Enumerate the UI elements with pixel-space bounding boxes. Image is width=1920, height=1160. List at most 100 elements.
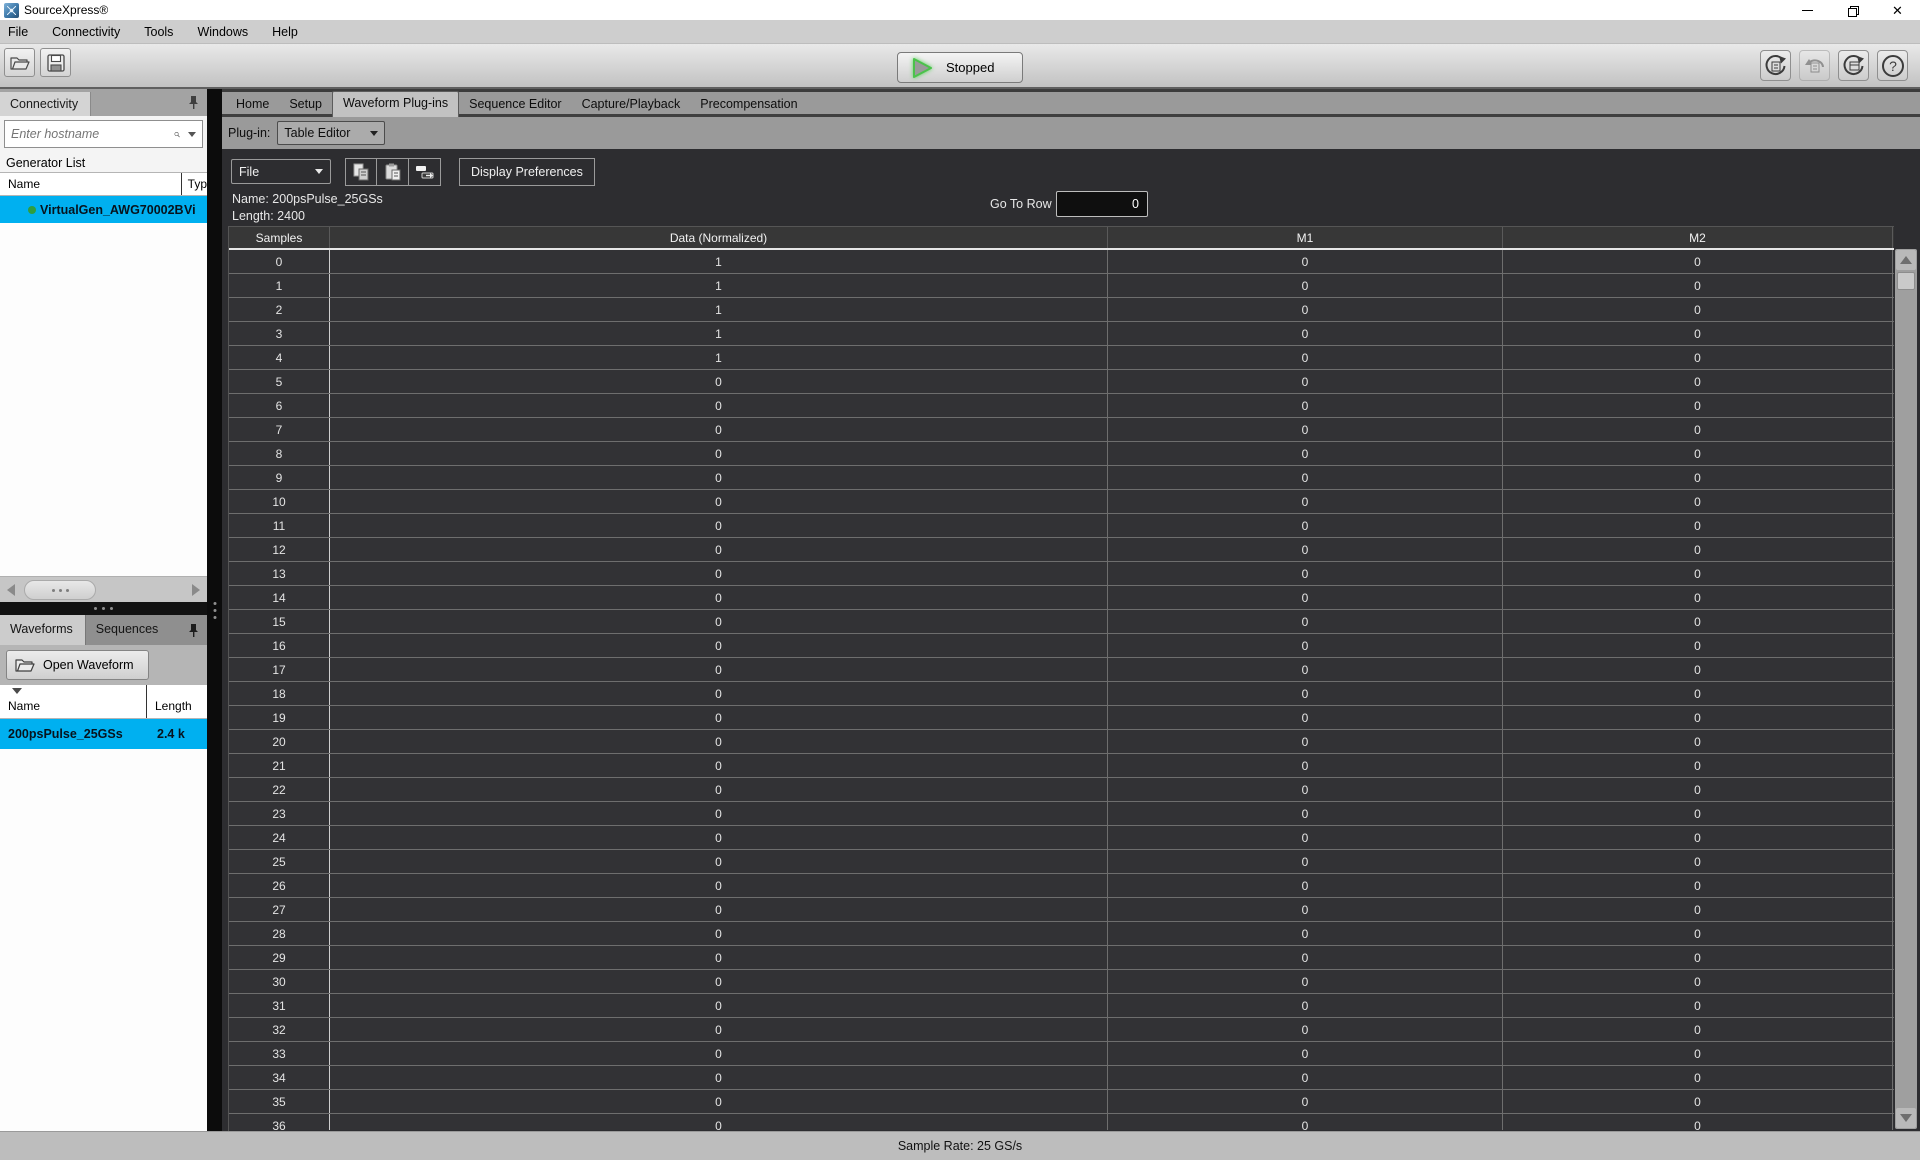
cell-m1-value[interactable]: 0 bbox=[1108, 370, 1503, 393]
cell-sample-index[interactable]: 36 bbox=[229, 1114, 330, 1130]
cell-sample-index[interactable]: 12 bbox=[229, 538, 330, 561]
cell-sample-index[interactable]: 8 bbox=[229, 442, 330, 465]
cell-m2-value[interactable]: 0 bbox=[1503, 778, 1893, 801]
cell-data-value[interactable]: 0 bbox=[330, 802, 1108, 825]
help-button[interactable]: ? bbox=[1877, 50, 1908, 81]
cell-sample-index[interactable]: 26 bbox=[229, 874, 330, 897]
cell-data-value[interactable]: 0 bbox=[330, 370, 1108, 393]
cell-data-value[interactable]: 1 bbox=[330, 346, 1108, 369]
cell-m2-value[interactable]: 0 bbox=[1503, 1114, 1893, 1130]
cell-m1-value[interactable]: 0 bbox=[1108, 730, 1503, 753]
cell-m2-value[interactable]: 0 bbox=[1503, 754, 1893, 777]
cell-m2-value[interactable]: 0 bbox=[1503, 514, 1893, 537]
table-row[interactable]: 4100 bbox=[229, 346, 1894, 370]
table-row[interactable]: 0100 bbox=[229, 250, 1894, 274]
scroll-left-button[interactable] bbox=[0, 577, 22, 602]
cell-sample-index[interactable]: 29 bbox=[229, 946, 330, 969]
cell-m1-value[interactable]: 0 bbox=[1108, 634, 1503, 657]
cell-sample-index[interactable]: 14 bbox=[229, 586, 330, 609]
cell-m1-value[interactable]: 0 bbox=[1108, 322, 1503, 345]
table-row[interactable]: 22 0 0 0 bbox=[229, 778, 1894, 802]
table-row[interactable]: 7000 bbox=[229, 418, 1894, 442]
cell-m1-value[interactable]: 0 bbox=[1108, 274, 1503, 297]
cell-sample-index[interactable]: 16 bbox=[229, 634, 330, 657]
cell-sample-index[interactable]: 27 bbox=[229, 898, 330, 921]
cell-data-value[interactable]: 0 bbox=[330, 610, 1108, 633]
menu-connectivity[interactable]: Connectivity bbox=[52, 25, 120, 39]
cell-sample-index[interactable]: 28 bbox=[229, 922, 330, 945]
cell-m2-value[interactable]: 0 bbox=[1503, 1042, 1893, 1065]
file-dropdown[interactable]: File bbox=[231, 159, 331, 184]
tab-precompensation[interactable]: Precompensation bbox=[690, 93, 807, 117]
cell-data-value[interactable]: 0 bbox=[330, 490, 1108, 513]
cell-sample-index[interactable]: 20 bbox=[229, 730, 330, 753]
cell-sample-index[interactable]: 1 bbox=[229, 274, 330, 297]
table-vertical-scrollbar[interactable] bbox=[1895, 249, 1917, 1129]
cell-data-value[interactable]: 0 bbox=[330, 442, 1108, 465]
cell-m2-value[interactable]: 0 bbox=[1503, 1018, 1893, 1041]
cell-m2-value[interactable]: 0 bbox=[1503, 730, 1893, 753]
connectivity-horizontal-scrollbar[interactable] bbox=[0, 576, 207, 602]
cell-m1-value[interactable]: 0 bbox=[1108, 850, 1503, 873]
cell-sample-index[interactable]: 22 bbox=[229, 778, 330, 801]
cell-m2-value[interactable]: 0 bbox=[1503, 538, 1893, 561]
tab-waveform-plugins[interactable]: Waveform Plug-ins bbox=[332, 91, 460, 117]
cell-sample-index[interactable]: 34 bbox=[229, 1066, 330, 1089]
cell-m2-value[interactable]: 0 bbox=[1503, 586, 1893, 609]
cell-m1-value[interactable]: 0 bbox=[1108, 586, 1503, 609]
cell-sample-index[interactable]: 32 bbox=[229, 1018, 330, 1041]
cell-data-value[interactable]: 0 bbox=[330, 754, 1108, 777]
cell-m2-value[interactable]: 0 bbox=[1503, 1090, 1893, 1113]
cell-data-value[interactable]: 1 bbox=[330, 298, 1108, 321]
cell-data-value[interactable]: 0 bbox=[330, 538, 1108, 561]
pin-icon[interactable] bbox=[188, 623, 199, 638]
cell-m2-value[interactable]: 0 bbox=[1503, 658, 1893, 681]
table-row[interactable]: 35 0 0 0 bbox=[229, 1090, 1894, 1114]
cell-sample-index[interactable]: 31 bbox=[229, 994, 330, 1017]
scrollbar-thumb[interactable] bbox=[1897, 272, 1915, 290]
cell-m2-value[interactable]: 0 bbox=[1503, 874, 1893, 897]
cell-data-value[interactable]: 0 bbox=[330, 418, 1108, 441]
cell-sample-index[interactable]: 18 bbox=[229, 682, 330, 705]
cell-sample-index[interactable]: 3 bbox=[229, 322, 330, 345]
table-row[interactable]: 36 0 0 0 bbox=[229, 1114, 1894, 1130]
cell-m1-value[interactable]: 0 bbox=[1108, 970, 1503, 993]
cell-data-value[interactable]: 1 bbox=[330, 274, 1108, 297]
cell-m1-value[interactable]: 0 bbox=[1108, 442, 1503, 465]
cell-data-value[interactable]: 0 bbox=[330, 826, 1108, 849]
cell-sample-index[interactable]: 23 bbox=[229, 802, 330, 825]
paste-button[interactable] bbox=[377, 158, 409, 186]
cell-sample-index[interactable]: 24 bbox=[229, 826, 330, 849]
table-row[interactable]: 13 0 0 0 bbox=[229, 562, 1894, 586]
table-row[interactable]: 28 0 0 0 bbox=[229, 922, 1894, 946]
cell-data-value[interactable]: 0 bbox=[330, 1090, 1108, 1113]
cell-m2-value[interactable]: 0 bbox=[1503, 946, 1893, 969]
restore-button[interactable] bbox=[1830, 0, 1875, 20]
cell-m2-value[interactable]: 0 bbox=[1503, 442, 1893, 465]
cell-m2-value[interactable]: 0 bbox=[1503, 274, 1893, 297]
table-row[interactable]: 34 0 0 0 bbox=[229, 1066, 1894, 1090]
cell-m2-value[interactable]: 0 bbox=[1503, 922, 1893, 945]
table-row[interactable]: 12 0 0 0 bbox=[229, 538, 1894, 562]
menu-help[interactable]: Help bbox=[272, 25, 298, 39]
table-row[interactable]: 6000 bbox=[229, 394, 1894, 418]
tab-capture-playback[interactable]: Capture/Playback bbox=[572, 93, 691, 117]
cell-sample-index[interactable]: 15 bbox=[229, 610, 330, 633]
cell-m1-value[interactable]: 0 bbox=[1108, 1114, 1503, 1130]
cell-data-value[interactable]: 1 bbox=[330, 250, 1108, 273]
cell-m2-value[interactable]: 0 bbox=[1503, 466, 1893, 489]
cell-sample-index[interactable]: 30 bbox=[229, 970, 330, 993]
cell-m1-value[interactable]: 0 bbox=[1108, 874, 1503, 897]
cell-data-value[interactable]: 0 bbox=[330, 706, 1108, 729]
cell-data-value[interactable]: 0 bbox=[330, 730, 1108, 753]
cell-m1-value[interactable]: 0 bbox=[1108, 250, 1503, 273]
goto-row-input[interactable] bbox=[1056, 191, 1148, 217]
display-preferences-button[interactable]: Display Preferences bbox=[459, 158, 595, 186]
cell-data-value[interactable]: 0 bbox=[330, 778, 1108, 801]
cell-m1-value[interactable]: 0 bbox=[1108, 1066, 1503, 1089]
minimize-button[interactable] bbox=[1785, 0, 1830, 20]
table-row[interactable]: 10 0 0 0 bbox=[229, 490, 1894, 514]
cell-m1-value[interactable]: 0 bbox=[1108, 802, 1503, 825]
cell-m1-value[interactable]: 0 bbox=[1108, 682, 1503, 705]
hostname-search-input[interactable] bbox=[11, 127, 174, 141]
